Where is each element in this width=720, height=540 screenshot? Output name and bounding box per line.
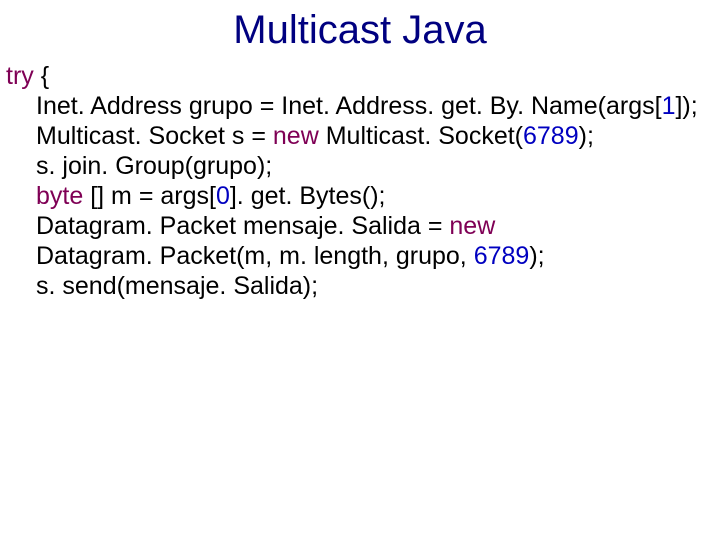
code-line-7: Datagram. Packet(m, m. length, grupo, 67… <box>6 241 720 271</box>
slide: Multicast Java try { Inet. Address grupo… <box>0 0 720 540</box>
keyword-new: new <box>273 122 319 150</box>
code-text: Datagram. Packet mensaje. Salida = <box>36 212 449 240</box>
code-block: try { Inet. Address grupo = Inet. Addres… <box>0 61 720 301</box>
code-text: ); <box>579 122 594 150</box>
code-text: s. send(mensaje. Salida); <box>36 272 318 300</box>
code-line-5: byte [] m = args[0]. get. Bytes(); <box>6 181 720 211</box>
code-text: Multicast. Socket( <box>319 122 523 150</box>
code-text: Multicast. Socket s = <box>36 122 273 150</box>
code-text: [] m = args[ <box>83 182 216 210</box>
code-text: ]. get. Bytes(); <box>230 182 386 210</box>
code-text: { <box>34 62 49 90</box>
number-literal: 6789 <box>523 122 579 150</box>
code-text: ]); <box>675 92 697 120</box>
slide-title: Multicast Java <box>0 0 720 61</box>
code-text: Datagram. Packet(m, m. length, grupo, <box>36 242 474 270</box>
keyword-byte: byte <box>36 182 83 210</box>
code-text: ); <box>529 242 544 270</box>
code-line-4: s. join. Group(grupo); <box>6 151 720 181</box>
keyword-new: new <box>449 212 495 240</box>
keyword-try: try <box>6 62 34 90</box>
code-text: s. join. Group(grupo); <box>36 152 272 180</box>
code-line-3: Multicast. Socket s = new Multicast. Soc… <box>6 121 720 151</box>
code-line-1: try { <box>6 61 720 91</box>
number-literal: 6789 <box>474 242 530 270</box>
code-line-8: s. send(mensaje. Salida); <box>6 271 720 301</box>
code-line-6: Datagram. Packet mensaje. Salida = new <box>6 211 720 241</box>
code-text: Inet. Address grupo = Inet. Address. get… <box>36 92 662 120</box>
code-line-2: Inet. Address grupo = Inet. Address. get… <box>6 91 720 121</box>
number-literal: 0 <box>216 182 230 210</box>
number-literal: 1 <box>662 92 676 120</box>
